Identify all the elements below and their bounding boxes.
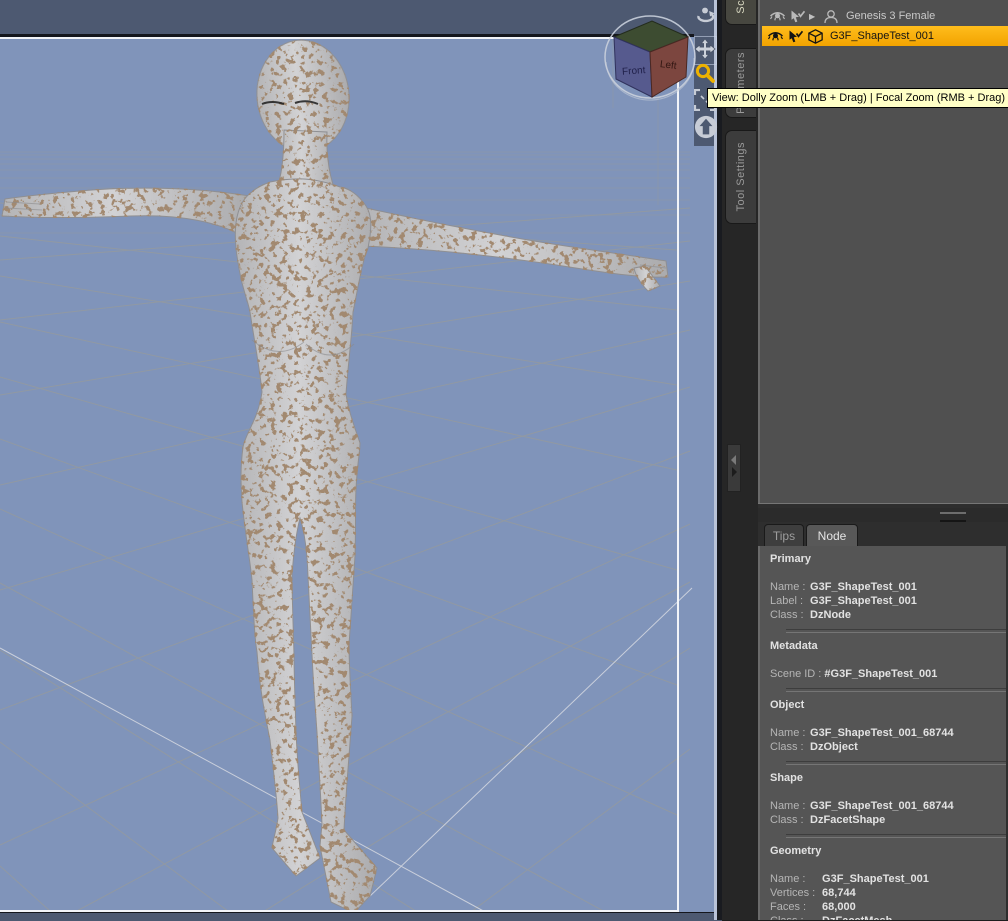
scene-item-g3f-shapetest-001[interactable]: G3F_ShapeTest_001 [762, 26, 1008, 46]
dock-tab-label: Scene [735, 0, 747, 13]
info-row-vertices-: Vertices : 68,744 [760, 886, 1006, 900]
info-row-name-: Name : G3F_ShapeTest_001_68744 [760, 726, 1006, 740]
dock-tab-label: Tool Settings [735, 142, 747, 212]
info-row-faces-: Faces : 68,000 [760, 900, 1006, 914]
section-divider [786, 688, 1006, 692]
row-label: Name : [770, 581, 806, 593]
info-section-metadata: Metadata Scene ID : #G3F_ShapeTest_001 [760, 639, 1006, 681]
row-value: G3F_ShapeTest_001 [807, 595, 917, 607]
scene-pane: ▶ Genesis 3 Female G3F_ShapeTest_001 [758, 0, 1008, 503]
aspect-frame-top [0, 37, 677, 39]
collapse-right-icon [732, 467, 737, 477]
splitter-grip[interactable] [940, 512, 966, 522]
aim-icon[interactable] [694, 114, 718, 140]
dock-tab-tool-settings[interactable]: Tool Settings [725, 130, 756, 224]
info-tab-node[interactable]: Node [806, 524, 858, 547]
info-row-class-: Class : DzFacetMesh [760, 914, 1006, 920]
section-title: Object [770, 699, 805, 711]
info-row-name-: Name : G3F_ShapeTest_001_68744 [760, 799, 1006, 813]
info-section-primary: Primary Name : G3F_ShapeTest_001 Label : G… [760, 552, 1006, 622]
info-tab-tips[interactable]: Tips [764, 524, 804, 547]
row-label: Class : [770, 914, 819, 920]
row-value: G3F_ShapeTest_001 [819, 873, 929, 885]
view-cube[interactable]: Front Left [600, 4, 700, 102]
row-value: G3F_ShapeTest_001 [807, 581, 917, 593]
viewport-top-margin [0, 0, 694, 37]
row-label: Scene ID : [770, 668, 822, 680]
collapse-left-icon [731, 455, 736, 465]
row-value: DzNode [807, 609, 851, 621]
row-label: Class : [770, 609, 804, 621]
row-value: #G3F_ShapeTest_001 [821, 668, 938, 680]
section-title: Shape [770, 772, 804, 784]
row-label: Vertices : [770, 887, 816, 899]
expand-icon[interactable]: ▶ [809, 12, 821, 21]
info-row-class-: Class : DzObject [760, 740, 1006, 754]
row-label: Faces : [770, 901, 807, 913]
scene-item-label: G3F_ShapeTest_001 [830, 30, 934, 42]
row-value: DzFacetShape [807, 814, 886, 826]
row-value: G3F_ShapeTest_001_68744 [807, 800, 954, 812]
dock-tab-scene[interactable]: Scene [725, 0, 756, 25]
scene-item-genesis-3-female[interactable]: ▶ Genesis 3 Female [762, 6, 1008, 26]
row-value: DzObject [807, 741, 858, 753]
info-row-scene-id-: Scene ID : #G3F_ShapeTest_001 [760, 667, 1006, 681]
row-label: Name : [770, 800, 806, 812]
info-section-object: Object Name : G3F_ShapeTest_001_68744 Clas… [760, 698, 1006, 754]
orbit-icon[interactable] [694, 5, 716, 27]
info-row-name-: Name : G3F_ShapeTest_001 [760, 580, 1006, 594]
eye-icon[interactable] [766, 30, 784, 42]
eye-icon[interactable] [768, 10, 786, 22]
pane-splitter[interactable] [758, 508, 1008, 522]
section-divider [786, 629, 1006, 633]
section-title: Geometry [770, 845, 822, 857]
row-label: Class : [770, 814, 804, 826]
aspect-frame-right [677, 37, 679, 912]
dock-tab-strip: SceneParametersTool Settings [722, 0, 759, 920]
info-row-label-: Label : G3F_ShapeTest_001 [760, 594, 1006, 608]
row-value: DzFacetMesh [819, 915, 892, 920]
row-label: Name : [770, 727, 806, 739]
row-value: 68,744 [819, 887, 856, 899]
pan-icon[interactable] [694, 38, 716, 60]
cube-icon [806, 28, 824, 44]
zoom-icon[interactable] [694, 62, 716, 84]
node-info-pane: Tips Node Primary Name : G3F_ShapeTest_001… [758, 522, 1008, 920]
group-icon [822, 9, 840, 23]
info-section-shape: Shape Name : G3F_ShapeTest_001_68744 Class… [760, 771, 1006, 827]
tooltip: View: Dolly Zoom (LMB + Drag) | Focal Zo… [707, 88, 1008, 108]
info-row-class-: Class : DzNode [760, 608, 1006, 622]
section-title: Primary [770, 553, 811, 565]
section-divider [786, 761, 1006, 765]
info-section-geometry: Geometry Name : G3F_ShapeTest_001 Vertices… [760, 844, 1006, 920]
scene-item-label: Genesis 3 Female [846, 10, 936, 22]
cube-front-label: Front [622, 65, 646, 78]
info-tab-bar: Tips Node [758, 522, 1008, 547]
section-divider [786, 834, 1006, 838]
pointer-check-icon[interactable] [786, 30, 804, 43]
daz-studio-window: { "viewport": { "tooltip": "View: Dolly … [0, 0, 1008, 921]
row-label: Label : [770, 595, 804, 607]
pointer-check-icon[interactable] [788, 10, 806, 23]
row-value: G3F_ShapeTest_001_68744 [807, 727, 954, 739]
info-row-name-: Name : G3F_ShapeTest_001 [760, 872, 1006, 886]
right-dock-panel: ▶ Genesis 3 Female G3F_ShapeTest_001 Tips N… [758, 0, 1008, 920]
3d-viewport[interactable]: Front Left View: Dolly Zoom (LMB + Drag)… [0, 0, 1008, 921]
dock-collapse-handle[interactable] [727, 444, 741, 492]
info-content: Primary Name : G3F_ShapeTest_001 Label : G… [758, 546, 1006, 920]
viewport-canvas[interactable] [0, 0, 722, 920]
section-title: Metadata [770, 640, 818, 652]
row-value: 68,000 [819, 901, 856, 913]
row-label: Class : [770, 741, 804, 753]
row-label: Name : [770, 873, 806, 885]
info-row-class-: Class : DzFacetShape [760, 813, 1006, 827]
cube-left-label: Left [659, 59, 677, 72]
